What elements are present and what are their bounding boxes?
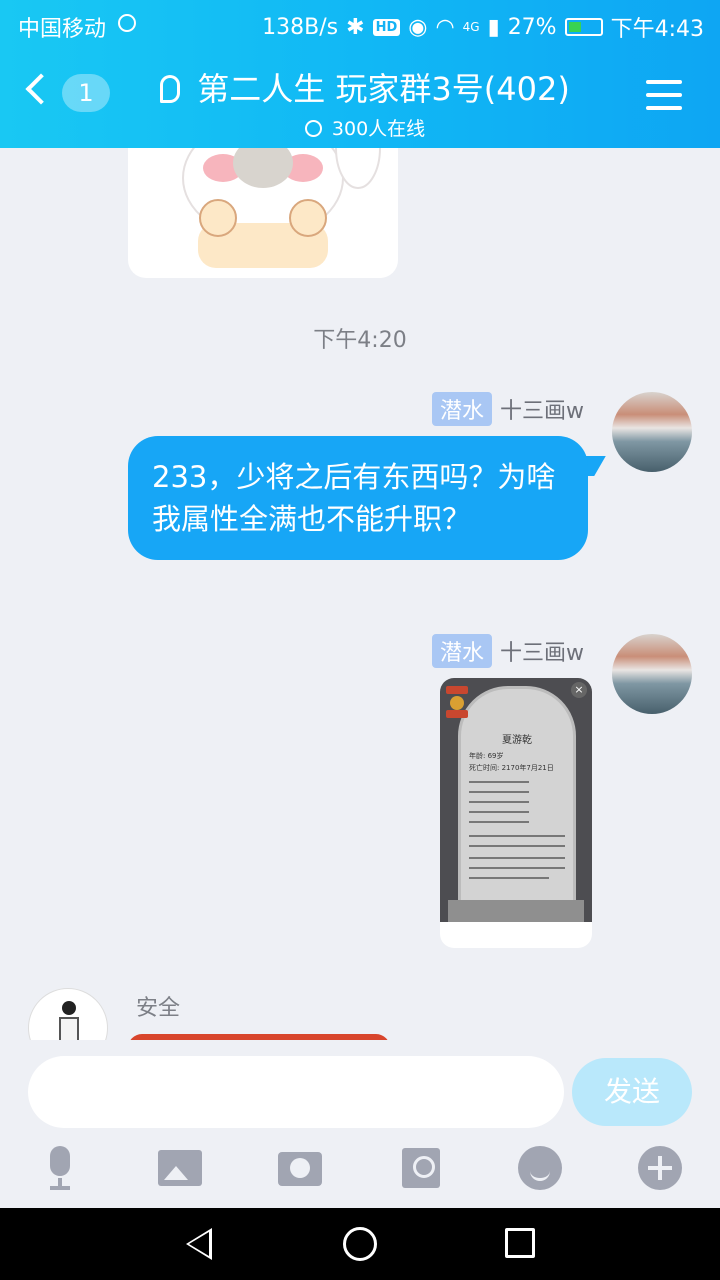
chat-area[interactable]: 下午4:20 潜水 十三画w 233，少将之后有东西吗？为啥我属性全满也不能升职… [0, 148, 720, 1040]
chat-timestamp: 下午4:20 [313, 328, 407, 353]
signal-icon: ▮ [487, 14, 500, 40]
bunny-sticker [182, 148, 381, 268]
message-input[interactable] [28, 1056, 564, 1128]
sender-line: 潜水 十三画w [431, 392, 584, 426]
camera-icon[interactable] [278, 1152, 322, 1186]
alarm-icon [118, 14, 136, 32]
microphone-icon[interactable] [38, 1146, 82, 1190]
net-speed: 138B/s [262, 14, 339, 40]
image-icon[interactable] [158, 1150, 202, 1186]
back-button[interactable]: 1 [25, 72, 120, 122]
input-area: 发送 [0, 1040, 720, 1208]
sender-name: 安全 [136, 996, 181, 1021]
top-bar: 中国移动 138B/s ✱ HD ◉ ◠ 4G ▮ 27% 下午4:43 1 第… [0, 0, 720, 148]
message-bubble[interactable]: 233，少将之后有东西吗？为啥我属性全满也不能升职？ [128, 436, 588, 560]
tombstone-image: 夏游乾 年龄: 69岁 死亡时间: 2170年7月21日 × [440, 678, 592, 922]
chat-title-area[interactable]: 第二人生 玩家群3号(402) 300人在线 [150, 64, 580, 141]
hd-badge: HD [372, 18, 401, 36]
carrier-label: 中国移动 [18, 17, 107, 42]
nav-back-icon[interactable] [186, 1228, 212, 1260]
group-title: 第二人生 玩家群3号(402) [197, 70, 570, 108]
sender-line: 潜水 十三画w [431, 634, 584, 668]
person-figure [59, 1001, 79, 1040]
tomb-age: 年龄: 69岁 [469, 752, 504, 760]
sticker-image[interactable] [128, 148, 398, 278]
battery-percent: 27% [507, 14, 557, 40]
image-message[interactable]: 夏游乾 年龄: 69岁 死亡时间: 2170年7月21日 × [440, 678, 592, 948]
clock: 下午4:43 [610, 17, 704, 42]
emoji-icon[interactable] [518, 1146, 562, 1190]
red-packet-icon[interactable] [402, 1148, 440, 1188]
sender-name: 十三画w [500, 399, 584, 424]
network-type: 4G [462, 20, 480, 34]
system-nav-bar [0, 1208, 720, 1280]
nav-home-icon[interactable] [343, 1227, 377, 1261]
status-bar: 中国移动 138B/s ✱ HD ◉ ◠ 4G ▮ 27% 下午4:43 [0, 0, 720, 50]
rank-tag: 潜水 [431, 392, 492, 426]
eye-icon: ◉ [408, 14, 428, 40]
menu-button[interactable] [646, 80, 682, 112]
avatar[interactable] [28, 988, 108, 1040]
tombstone: 夏游乾 年龄: 69岁 死亡时间: 2170年7月21日 [458, 686, 576, 916]
online-status[interactable]: 300人在线 [150, 114, 580, 141]
status-right: 138B/s ✱ HD ◉ ◠ 4G ▮ 27% 下午4:43 [262, 11, 704, 43]
avatar[interactable] [612, 634, 692, 714]
cross-icon [450, 696, 464, 710]
unread-badge: 1 [62, 74, 110, 112]
sender-name: 十三画w [500, 641, 584, 666]
chevron-down-circle-icon [304, 120, 322, 137]
ear-icon [160, 75, 181, 103]
tomb-name: 夏游乾 [502, 735, 532, 746]
tomb-death: 死亡时间: 2170年7月21日 [469, 764, 554, 772]
plus-icon[interactable] [638, 1146, 682, 1190]
rank-tag: 潜水 [431, 634, 492, 668]
menu-icon [646, 80, 682, 84]
tomb-base [448, 900, 584, 922]
nav-recent-apps-icon[interactable] [505, 1228, 535, 1258]
avatar[interactable] [612, 392, 692, 472]
wifi-icon: ◠ [435, 14, 455, 40]
battery-icon [564, 18, 603, 36]
online-count: 300人在线 [331, 118, 426, 140]
close-icon: × [571, 682, 587, 698]
send-button[interactable]: 发送 [572, 1058, 692, 1126]
bluetooth-icon: ✱ [346, 14, 365, 40]
chevron-left-icon [25, 73, 57, 105]
